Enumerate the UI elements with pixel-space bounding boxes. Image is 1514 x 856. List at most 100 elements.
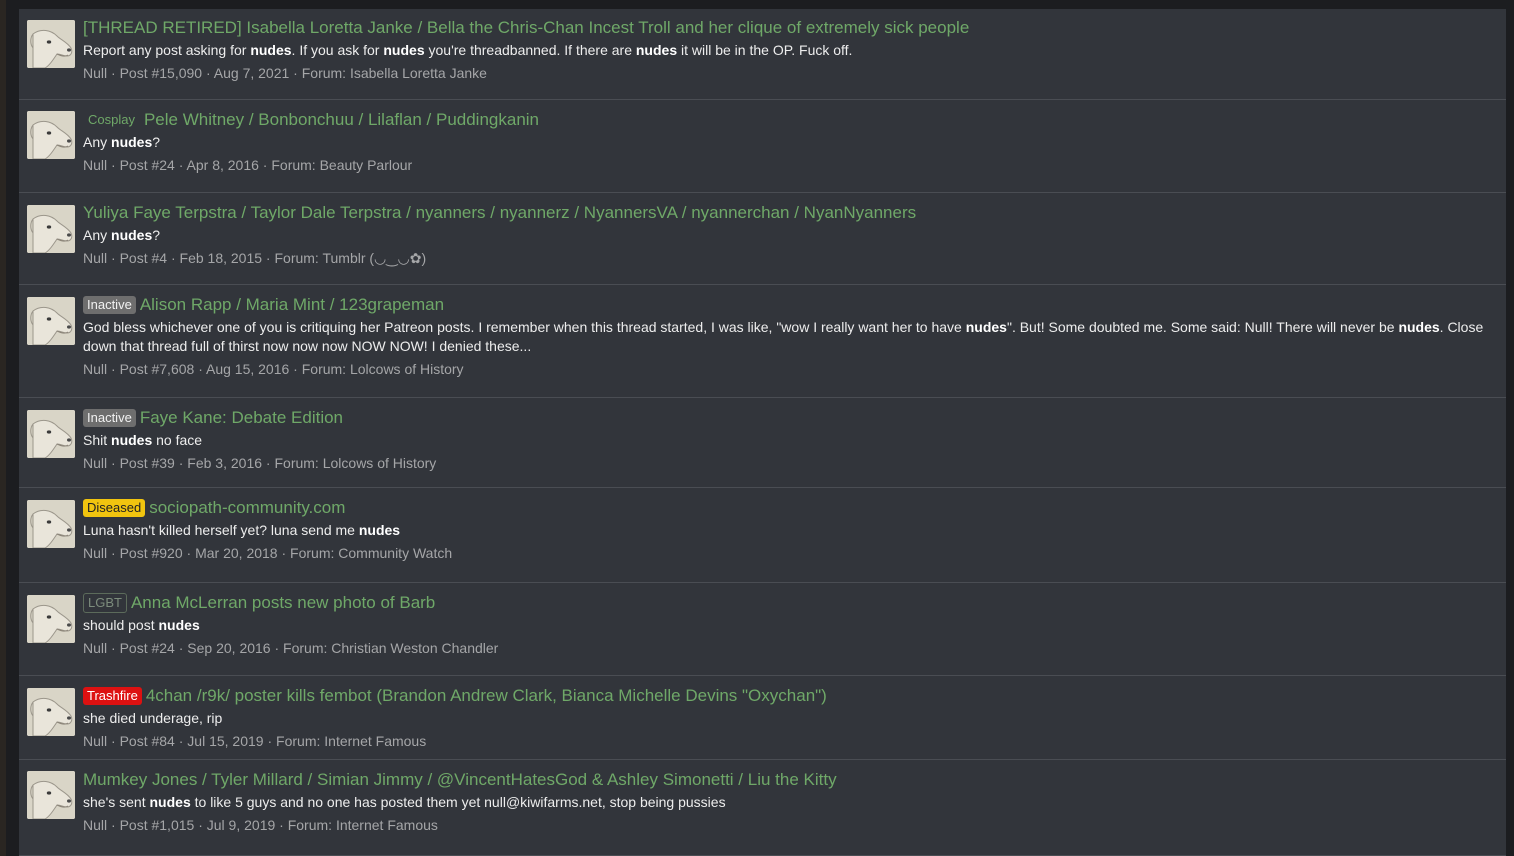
meta-separator: · xyxy=(289,65,302,81)
avatar[interactable] xyxy=(27,771,75,819)
post-number-link[interactable]: Post #920 xyxy=(120,545,183,561)
snippet-text: she died underage, rip xyxy=(83,710,223,726)
post-number-link[interactable]: Post #24 xyxy=(120,640,175,656)
search-result-item: Inactive Faye Kane: Debate Edition Shit nu… xyxy=(19,398,1506,488)
meta-separator: · xyxy=(174,640,188,656)
highlighted-term: nudes xyxy=(383,42,425,58)
avatar[interactable] xyxy=(27,410,75,458)
thread-title-link[interactable]: 4chan /r9k/ poster kills fembot (Brandon… xyxy=(146,686,827,705)
snippet-text: ". But! Some doubted me. Some said: Null… xyxy=(1006,319,1399,335)
meta-separator: · xyxy=(174,157,187,173)
forum-link[interactable]: Christian Weston Chandler xyxy=(331,640,498,656)
forum-label: Forum: xyxy=(271,157,320,173)
result-meta: Null · Post #920 · Mar 20, 2018 · Forum:… xyxy=(83,544,1488,563)
forum-link[interactable]: Tumblr (◡‿◡✿) xyxy=(322,250,426,266)
meta-separator: · xyxy=(107,157,120,173)
author-link[interactable]: Null xyxy=(83,733,107,749)
result-snippet: Shit nudes no face xyxy=(83,431,1488,450)
post-number-link[interactable]: Post #7,608 xyxy=(120,361,195,377)
snippet-text: ? xyxy=(152,134,161,150)
avatar[interactable] xyxy=(27,500,75,548)
post-number-link[interactable]: Post #1,015 xyxy=(120,817,195,833)
avatar[interactable] xyxy=(27,595,75,643)
post-date: Feb 3, 2016 xyxy=(187,455,263,471)
highlighted-term: nudes xyxy=(111,432,153,448)
result-title-line: Cosplay Pele Whitney / Bonbonchuu / Lilaf… xyxy=(83,109,1488,131)
meta-separator: · xyxy=(167,250,180,266)
search-result-item: Mumkey Jones / Tyler Millard / Simian Ji… xyxy=(19,760,1506,856)
forum-link[interactable]: Community Watch xyxy=(338,545,452,561)
forum-link[interactable]: Isabella Loretta Janke xyxy=(350,65,487,81)
author-link[interactable]: Null xyxy=(83,157,107,173)
thread-title-link[interactable]: Faye Kane: Debate Edition xyxy=(140,408,343,427)
thread-prefix-badge[interactable]: Cosplay xyxy=(83,111,140,129)
forum-label: Forum: xyxy=(274,250,323,266)
thread-title-link[interactable]: Alison Rapp / Maria Mint / 123grapeman xyxy=(140,295,444,314)
result-content: Inactive Faye Kane: Debate Edition Shit nu… xyxy=(83,407,1488,473)
forum-link[interactable]: Internet Famous xyxy=(324,733,426,749)
thread-prefix-badge[interactable]: Inactive xyxy=(83,296,136,314)
author-link[interactable]: Null xyxy=(83,361,107,377)
thread-title-link[interactable]: Anna McLerran posts new photo of Barb xyxy=(131,593,435,612)
avatar[interactable] xyxy=(27,205,75,253)
thread-title-link[interactable]: [THREAD RETIRED] Isabella Loretta Janke … xyxy=(83,18,969,37)
post-number-link[interactable]: Post #39 xyxy=(120,455,175,471)
avatar[interactable] xyxy=(27,688,75,736)
avatar[interactable] xyxy=(27,20,75,68)
snippet-text: you're threadbanned. If there are xyxy=(424,42,636,58)
post-number-link[interactable]: Post #24 xyxy=(120,157,175,173)
forum-label: Forum: xyxy=(290,545,339,561)
thread-prefix-badge[interactable]: Trashfire xyxy=(83,687,142,705)
forum-link[interactable]: Lolcows of History xyxy=(323,455,437,471)
post-number-link[interactable]: Post #84 xyxy=(120,733,175,749)
thread-title-link[interactable]: Pele Whitney / Bonbonchuu / Lilaflan / P… xyxy=(144,110,539,129)
snippet-text: no face xyxy=(152,432,203,448)
author-link[interactable]: Null xyxy=(83,455,107,471)
result-snippet: Luna hasn't killed herself yet? luna sen… xyxy=(83,521,1488,540)
avatar[interactable] xyxy=(27,111,75,159)
author-link[interactable]: Null xyxy=(83,250,107,266)
meta-separator: · xyxy=(107,733,120,749)
result-snippet: should post nudes xyxy=(83,616,1488,635)
search-result-item: Cosplay Pele Whitney / Bonbonchuu / Lilaf… xyxy=(19,100,1506,193)
forum-link[interactable]: Lolcows of History xyxy=(350,361,464,377)
thread-prefix-badge[interactable]: Diseased xyxy=(83,499,146,517)
forum-link[interactable]: Internet Famous xyxy=(336,817,438,833)
author-link[interactable]: Null xyxy=(83,65,107,81)
meta-separator: · xyxy=(107,65,120,81)
search-result-item: Yuliya Faye Terpstra / Taylor Dale Terps… xyxy=(19,193,1506,285)
search-result-item: Diseased sociopath-community.com Luna hasn… xyxy=(19,488,1506,583)
result-content: Diseased sociopath-community.com Luna hasn… xyxy=(83,497,1488,563)
author-link[interactable]: Null xyxy=(83,817,107,833)
result-title-line: Trashfire 4chan /r9k/ poster kills fembot… xyxy=(83,685,1488,707)
meta-separator: · xyxy=(194,817,207,833)
thread-prefix-badge[interactable]: LGBT xyxy=(83,593,127,613)
result-title-line: [THREAD RETIRED] Isabella Loretta Janke … xyxy=(83,17,1488,39)
result-meta: Null · Post #84 · Jul 15, 2019 · Forum: … xyxy=(83,732,1488,751)
meta-separator: · xyxy=(289,361,302,377)
avatar[interactable] xyxy=(27,297,75,345)
search-result-item: LGBT Anna McLerran posts new photo of Bar… xyxy=(19,583,1506,676)
snippet-text: Shit xyxy=(83,432,112,448)
result-snippet: Any nudes? xyxy=(83,226,1488,245)
post-number-link[interactable]: Post #15,090 xyxy=(120,65,203,81)
thread-title-link[interactable]: Yuliya Faye Terpstra / Taylor Dale Terps… xyxy=(83,203,916,222)
meta-separator: · xyxy=(270,640,284,656)
post-date: Aug 7, 2021 xyxy=(213,65,290,81)
post-number-link[interactable]: Post #4 xyxy=(120,250,167,266)
post-date: Jul 15, 2019 xyxy=(187,733,264,749)
result-meta: Null · Post #24 · Sep 20, 2016 · Forum: … xyxy=(83,639,1488,658)
thread-prefix-badge[interactable]: Inactive xyxy=(83,409,136,427)
result-meta: Null · Post #15,090 · Aug 7, 2021 · Foru… xyxy=(83,64,1488,83)
thread-title-link[interactable]: Mumkey Jones / Tyler Millard / Simian Ji… xyxy=(83,770,837,789)
meta-separator: · xyxy=(174,733,188,749)
highlighted-term: nudes xyxy=(149,794,191,810)
snippet-text: Luna hasn't killed herself yet? luna sen… xyxy=(83,522,359,538)
meta-separator: · xyxy=(277,545,291,561)
author-link[interactable]: Null xyxy=(83,640,107,656)
thread-title-link[interactable]: sociopath-community.com xyxy=(149,498,345,517)
forum-link[interactable]: Beauty Parlour xyxy=(320,157,413,173)
highlighted-term: nudes xyxy=(635,42,678,58)
author-link[interactable]: Null xyxy=(83,545,107,561)
highlighted-term: nudes xyxy=(965,319,1007,335)
